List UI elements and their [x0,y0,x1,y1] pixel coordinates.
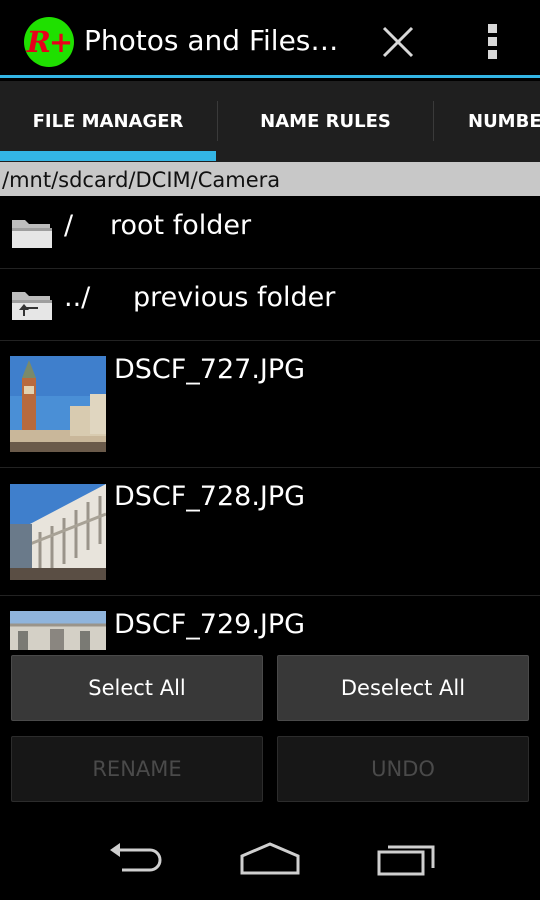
photo-thumbnail [10,356,106,452]
recent-apps-icon[interactable] [376,840,438,876]
entry-name: / [64,210,74,241]
entry-name: DSCF_727.JPG [114,354,306,385]
app-logo-icon[interactable]: R+ [24,17,74,67]
select-all-button[interactable]: Select All [11,655,263,721]
entry-name: DSCF_728.JPG [114,481,306,512]
photo-thumbnail [10,484,106,580]
app-logo-text: R+ [26,25,73,59]
deselect-all-button[interactable]: Deselect All [277,655,529,721]
app-title: Photos and Files… [84,24,339,57]
rename-button[interactable]: RENAME [11,736,263,802]
close-icon[interactable] [378,22,418,62]
action-bar: R+ Photos and Files… [0,0,540,78]
list-item-file[interactable]: DSCF_728.JPG [0,467,540,596]
entry-name: ../ [64,282,91,313]
list-item-file[interactable]: DSCF_729.JPG [0,595,540,650]
tab-bar: FILE MANAGER NAME RULES NUMBER [0,81,540,162]
entry-name: DSCF_729.JPG [114,609,306,640]
file-list[interactable]: / root folder ../ previous folder DSCF_7… [0,196,540,650]
list-item-root-folder[interactable]: / root folder [0,196,540,269]
system-navigation-bar [0,810,540,900]
tab-label: FILE MANAGER [32,111,184,132]
undo-button[interactable]: UNDO [277,736,529,802]
home-icon[interactable] [239,840,301,876]
action-buttons: Select All Deselect All RENAME UNDO [0,650,540,810]
list-item-file[interactable]: DSCF_727.JPG [0,340,540,468]
entry-description: previous folder [133,282,336,313]
selected-tab-indicator [0,151,216,161]
folder-icon [12,220,52,248]
folder-up-icon [12,292,52,320]
list-item-previous-folder[interactable]: ../ previous folder [0,268,540,341]
tab-number[interactable]: NUMBER [434,81,540,162]
entry-description: root folder [110,210,252,241]
tab-name-rules[interactable]: NAME RULES [218,81,433,162]
current-path: /mnt/sdcard/DCIM/Camera [0,162,540,196]
overflow-menu-icon[interactable] [478,20,508,62]
back-icon[interactable] [106,840,166,876]
photo-thumbnail [10,611,106,650]
tab-label: NUMBER [468,111,540,132]
tab-label: NAME RULES [260,111,391,132]
tab-file-manager[interactable]: FILE MANAGER [0,81,216,162]
